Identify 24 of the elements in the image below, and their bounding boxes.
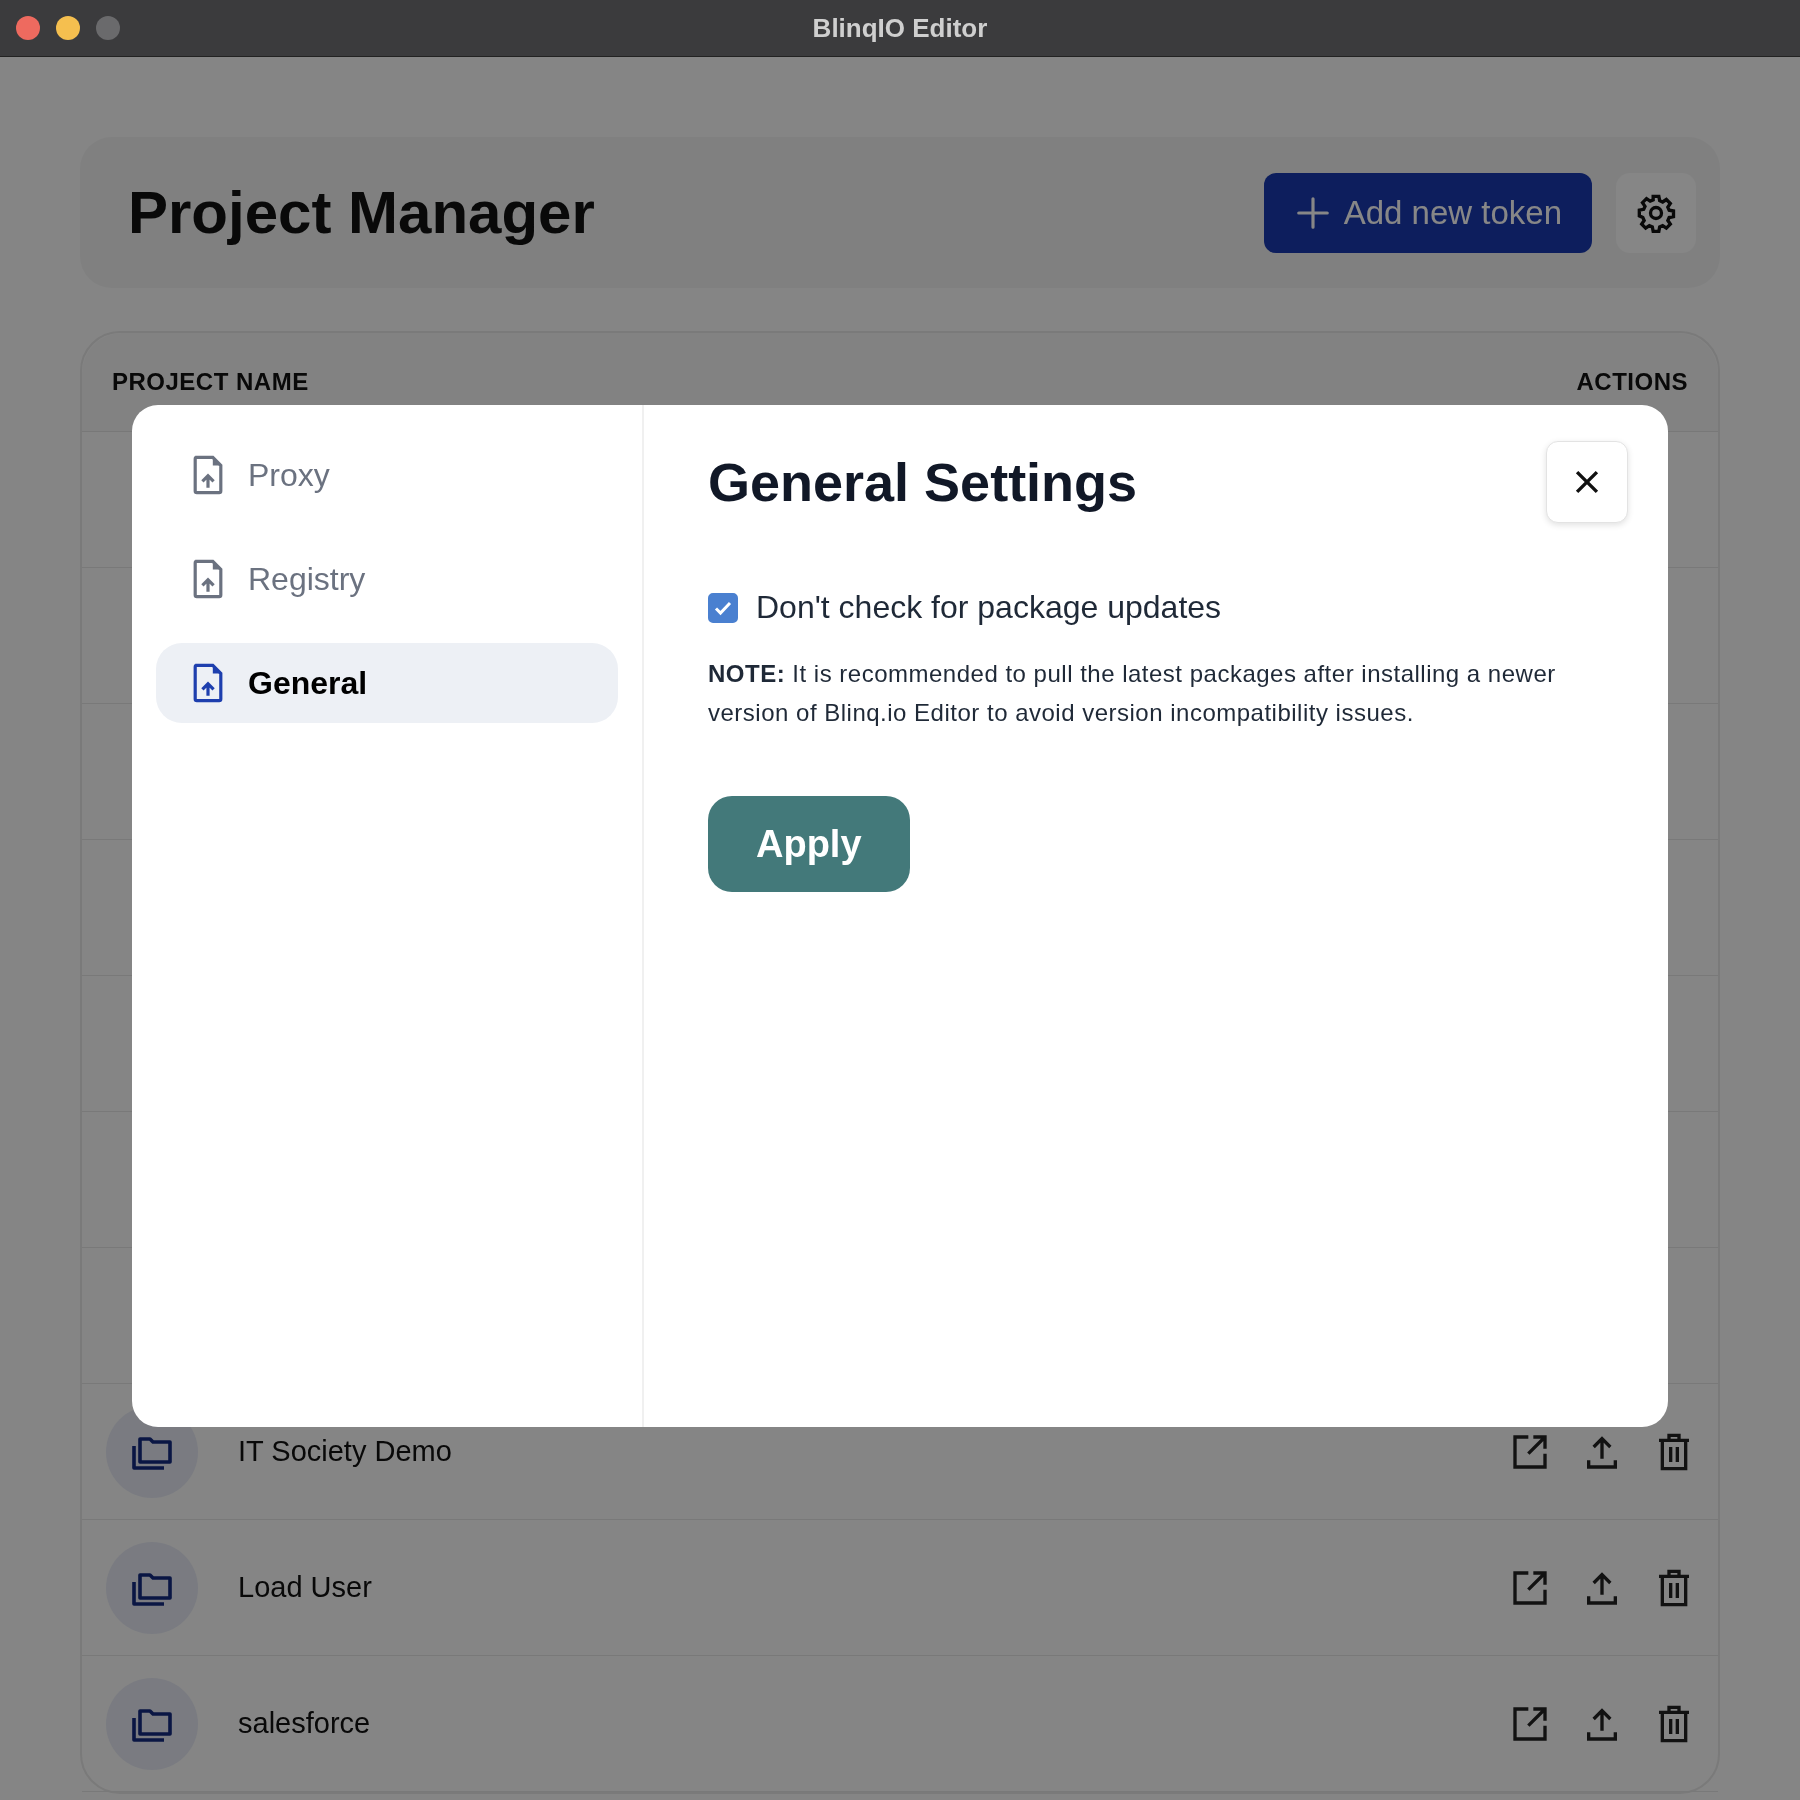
add-token-button[interactable]: Add new token xyxy=(1263,172,1592,253)
close-button[interactable] xyxy=(1546,441,1628,523)
settings-nav-item[interactable]: Registry xyxy=(156,539,618,619)
project-name[interactable]: salesforce xyxy=(238,1707,1510,1740)
file-upload-icon xyxy=(192,559,224,599)
checkbox-label: Don't check for package updates xyxy=(756,589,1222,626)
file-upload-icon xyxy=(192,455,224,495)
close-window-button[interactable] xyxy=(16,16,40,40)
settings-nav-item[interactable]: General xyxy=(156,643,618,723)
gear-icon xyxy=(1636,192,1676,233)
page-title: Project Manager xyxy=(128,178,596,247)
note-text: NOTE: It is recommended to pull the latest packages after installing a newer version of Blinq.io Editor to avoid version incompatibility issues. xyxy=(708,659,1557,728)
minimize-window-button[interactable] xyxy=(56,16,80,40)
column-header: PROJECT NAME xyxy=(112,368,309,396)
dialog-title: General Settings xyxy=(708,451,1138,513)
settings-nav-item[interactable]: Proxy xyxy=(156,435,618,515)
window-title: BlinqIO Editor xyxy=(812,12,988,44)
file-upload-icon xyxy=(192,663,224,703)
settings-button[interactable] xyxy=(1616,172,1696,253)
apply-button[interactable]: Apply xyxy=(708,796,910,892)
column-header: ACTIONS xyxy=(1576,368,1688,396)
project-name[interactable]: IT Society Demo xyxy=(238,1435,1510,1468)
project-name[interactable]: Load User xyxy=(238,1571,1510,1604)
checkbox[interactable] xyxy=(708,592,738,623)
